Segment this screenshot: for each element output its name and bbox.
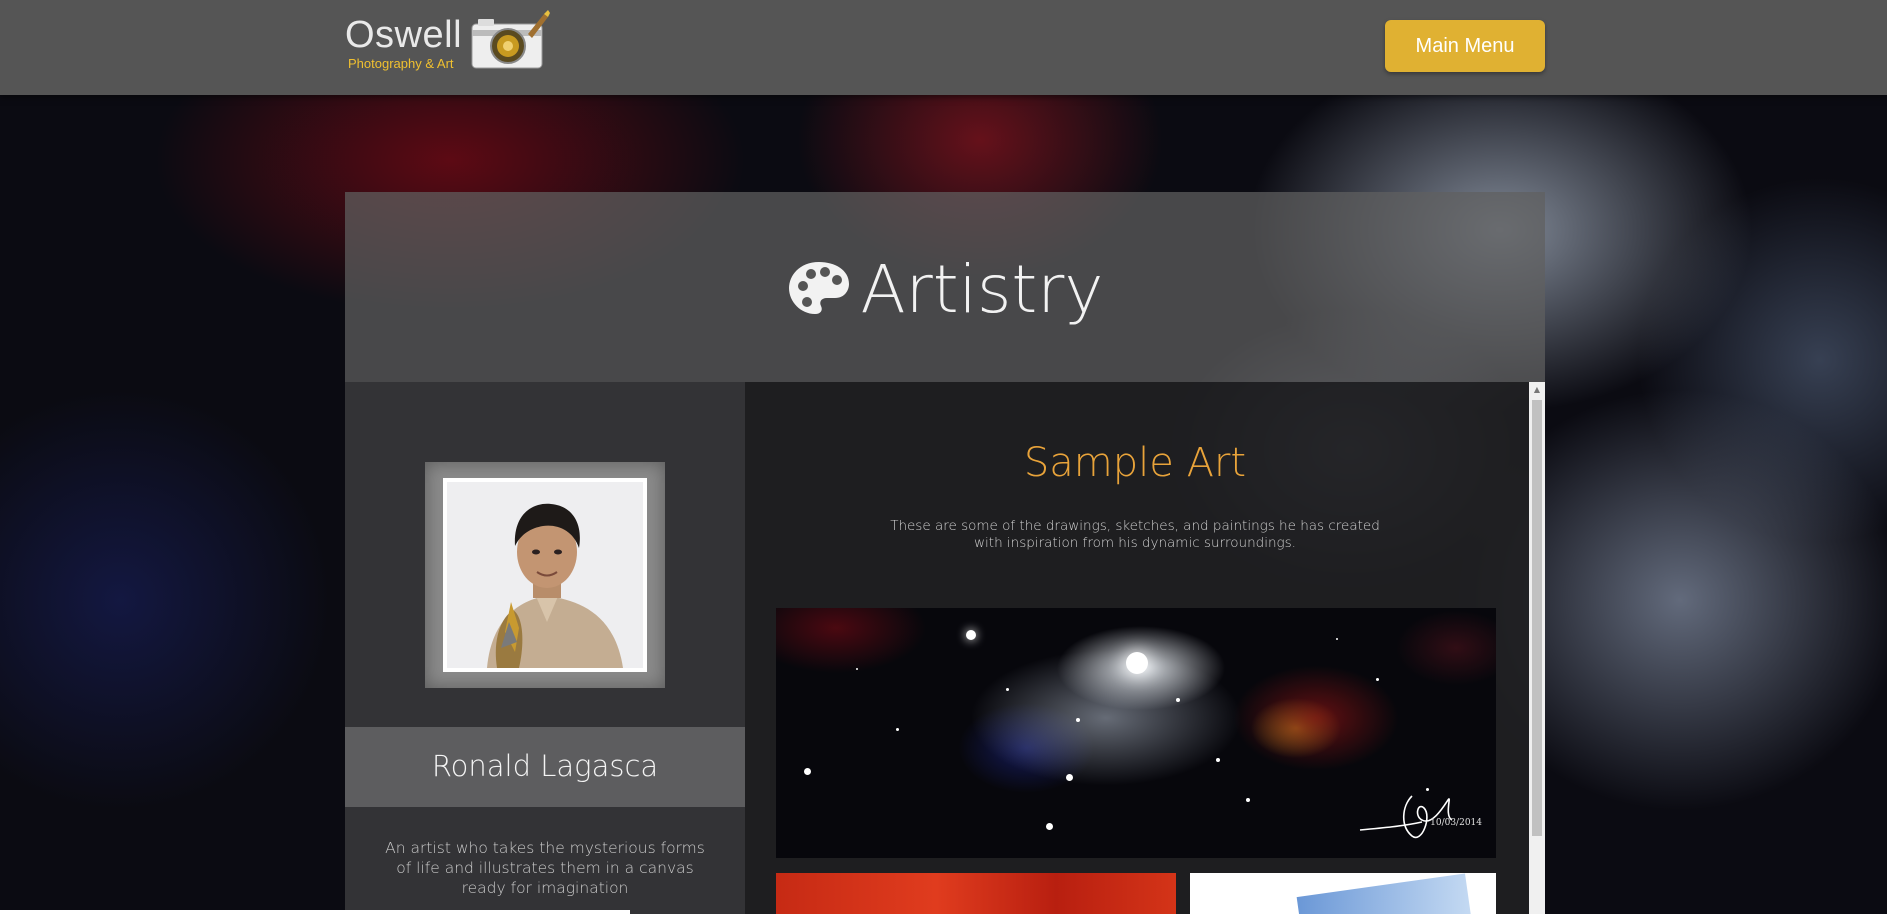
main-menu-button[interactable]: Main Menu <box>1385 20 1545 72</box>
star <box>1246 798 1250 802</box>
page-title: Artistry <box>345 250 1545 330</box>
artist-name: Ronald Lagasca <box>431 749 659 783</box>
palette-icon <box>788 262 849 314</box>
site-logo[interactable]: Oswell Photography & Art <box>345 10 555 76</box>
star <box>896 728 899 731</box>
star <box>1006 688 1009 691</box>
artist-bio: An artist who takes the mysterious forms… <box>385 839 705 897</box>
star <box>1336 638 1338 640</box>
sample-art-gallery: Sample Art These are some of the drawing… <box>745 382 1545 914</box>
top-header: Oswell Photography & Art Main Menu <box>0 0 1887 95</box>
star <box>856 668 858 670</box>
artist-signature <box>1359 795 1453 839</box>
artwork-thumbnail[interactable] <box>776 873 1176 914</box>
artistry-panel: Artistry Ronald Lagasca An artist who ta… <box>345 192 1545 914</box>
featured-artwork[interactable]: 10/03/2014 <box>776 608 1496 858</box>
star <box>1066 774 1073 781</box>
artwork-date: 10/03/2014 <box>1430 818 1482 828</box>
section-title: Sample Art <box>1023 440 1247 486</box>
logo-tagline: Photography & Art <box>348 56 454 71</box>
camera-icon <box>471 10 550 69</box>
star <box>1076 718 1080 722</box>
profile-photo-frame <box>425 462 665 688</box>
star <box>804 768 811 775</box>
star <box>1046 823 1053 830</box>
artist-photo[interactable] <box>443 478 647 672</box>
scroll-up-arrow-icon[interactable]: ▲ <box>1529 382 1545 398</box>
page-bottom-edge <box>0 910 630 914</box>
star <box>1376 678 1379 681</box>
artist-profile: Ronald Lagasca An artist who takes the m… <box>345 382 745 914</box>
star <box>966 630 976 640</box>
page-title-text: Artistry <box>860 251 1104 328</box>
artwork-thumbnail[interactable] <box>1190 873 1496 914</box>
panel-header: Artistry <box>345 192 1545 382</box>
gallery-scrollbar[interactable]: ▲ <box>1529 382 1545 914</box>
section-description: These are some of the drawings, sketches… <box>890 518 1380 551</box>
scrollbar-thumb[interactable] <box>1532 400 1542 836</box>
logo-name: Oswell <box>345 14 463 56</box>
star <box>1126 652 1148 674</box>
star <box>1176 698 1180 702</box>
star <box>1216 758 1220 762</box>
artist-portrait <box>447 482 643 668</box>
artist-name-band: Ronald Lagasca <box>345 727 745 807</box>
